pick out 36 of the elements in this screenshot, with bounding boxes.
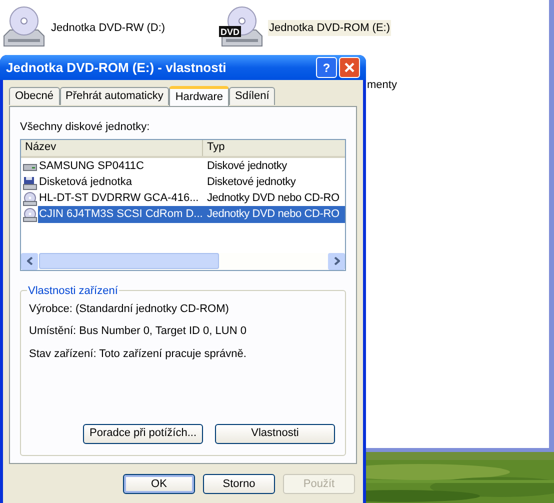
group-button[interactable]: Vlastnosti	[215, 424, 335, 444]
tab[interactable]: Hardware	[169, 86, 230, 106]
tab[interactable]: Sdílení	[229, 87, 276, 105]
hard-drive-icon	[23, 162, 37, 172]
column-header[interactable]: Název	[21, 140, 203, 156]
cd-drive-icon	[23, 192, 37, 206]
floppy-drive-icon	[23, 176, 37, 190]
device-type: Diskové jednotky	[206, 159, 288, 174]
device-name[interactable]: SAMSUNG SP0411C	[38, 158, 145, 175]
help-button[interactable]: ?	[316, 57, 337, 78]
close-button[interactable]	[339, 57, 360, 78]
tab[interactable]: Obecné	[9, 87, 60, 105]
device-type: Disketové jednotky	[206, 175, 297, 190]
close-icon	[344, 62, 355, 73]
dialog-button[interactable]: OK	[123, 474, 195, 494]
group-button[interactable]: Poradce při potížích...	[83, 424, 203, 444]
window-title: Jednotka DVD-ROM (E:) - vlastnosti	[6, 58, 226, 77]
device-name[interactable]: CJIN 6J4TM3S SCSI CdRom D...	[38, 206, 204, 223]
device-type: Jednotky DVD nebo CD-RO	[203, 206, 345, 223]
column-header[interactable]: Typ	[203, 140, 345, 156]
drive-label[interactable]: Jednotka DVD-RW (D:)	[50, 20, 166, 36]
device-type: Jednotky DVD nebo CD-RO	[206, 191, 340, 206]
property-text: Stav zařízení: Toto zařízení pracuje správně.	[29, 346, 248, 362]
dialog-button[interactable]: Storno	[203, 474, 275, 494]
device-name[interactable]: Disketová jednotka	[38, 174, 133, 191]
horizontal-scrollbar[interactable]	[21, 252, 345, 270]
list-label: Všechny diskové jednotky:	[20, 120, 151, 135]
device-name[interactable]: HL-DT-ST DVDRRW GCA-416...	[38, 190, 200, 207]
property-text: Umístění: Bus Number 0, Target ID 0, LUN 0	[29, 324, 248, 339]
arrow-right-icon	[334, 257, 340, 265]
item-label: menty	[367, 78, 397, 93]
property-text: Výrobce: (Standardní jednotky CD-ROM)	[29, 302, 230, 316]
tab[interactable]: Přehrát automaticky	[60, 87, 170, 105]
drive-label[interactable]: Jednotka DVD-ROM (E:)	[268, 20, 392, 36]
arrow-left-icon	[26, 257, 32, 265]
cd-drive-icon	[23, 208, 37, 222]
